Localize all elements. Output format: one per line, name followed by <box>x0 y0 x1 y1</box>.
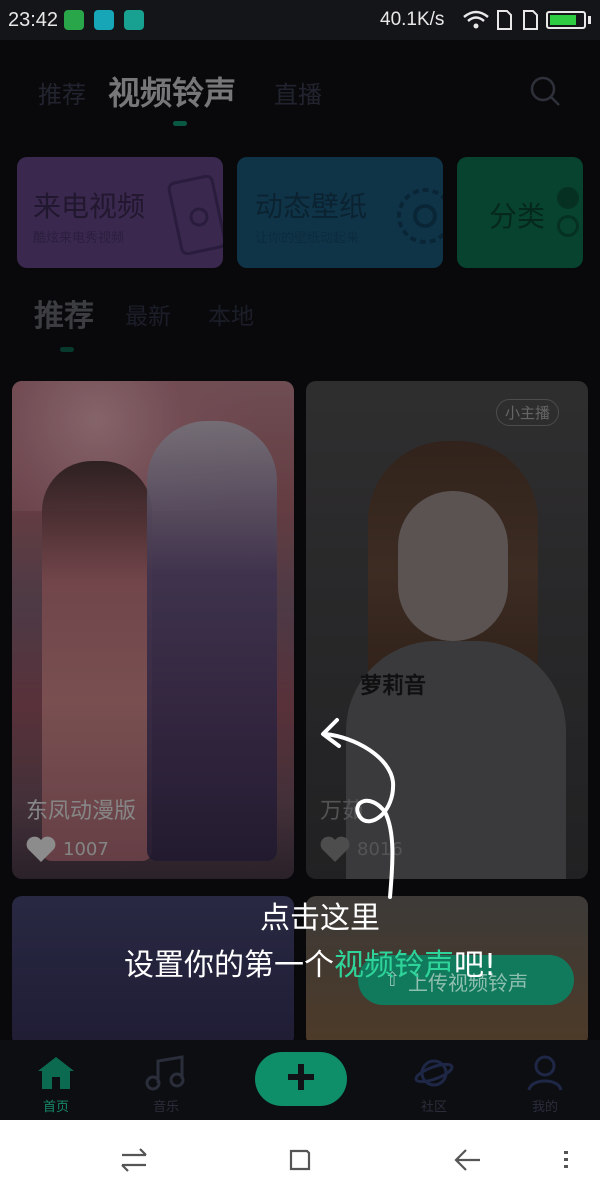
guide-text-line1: 点击这里 <box>260 901 380 936</box>
planet-icon[interactable] <box>414 1054 454 1092</box>
nav-music-label[interactable]: 音乐 <box>126 1096 206 1115</box>
sim-signal-icon <box>523 10 538 30</box>
app-notification-icon <box>64 10 84 30</box>
guide-arrow-icon <box>321 718 396 899</box>
guide-text-line2: 设置你的第一个视频铃声吧! <box>123 948 497 983</box>
home-icon[interactable] <box>36 1055 76 1091</box>
switch-apps-icon[interactable] <box>120 1147 148 1173</box>
usb-icon <box>124 10 144 30</box>
nav-home-label[interactable]: 首页 <box>16 1096 96 1115</box>
more-menu-icon[interactable] <box>560 1149 572 1171</box>
wifi-icon <box>463 10 489 29</box>
nav-mine-label[interactable]: 我的 <box>505 1096 585 1115</box>
app-notification-icon <box>94 10 114 30</box>
battery-tip <box>588 16 591 24</box>
person-icon[interactable] <box>526 1054 564 1092</box>
back-arrow-icon[interactable] <box>452 1147 482 1173</box>
plus-icon <box>288 1064 314 1090</box>
nav-community-label[interactable]: 社区 <box>394 1096 474 1115</box>
home-square-icon[interactable] <box>287 1147 313 1173</box>
music-note-icon[interactable] <box>144 1055 188 1091</box>
battery-icon <box>546 11 586 29</box>
status-time: 23:42 <box>8 9 59 31</box>
sim-signal-icon <box>497 10 512 30</box>
network-speed: 40.1K/s <box>380 9 445 30</box>
